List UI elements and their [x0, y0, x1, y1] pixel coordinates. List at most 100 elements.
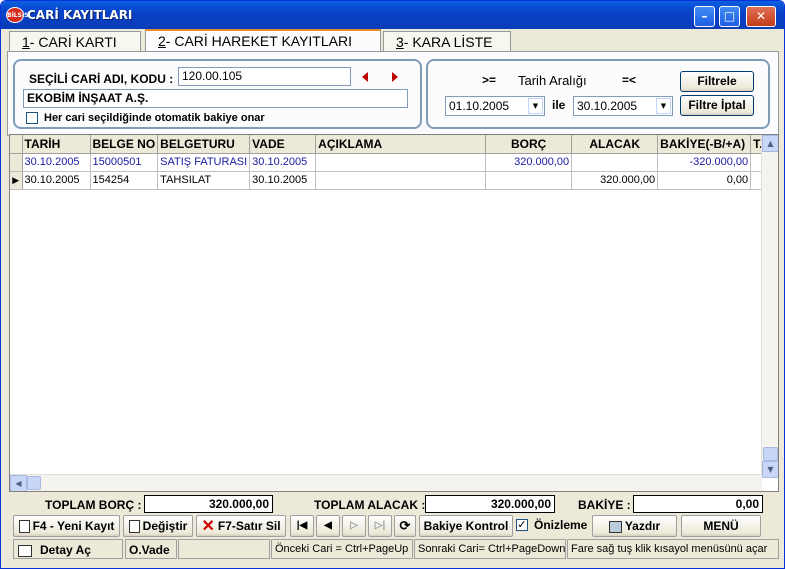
delete-row-button[interactable]: ✕ F7-Satır Sil — [196, 515, 286, 537]
minimize-button[interactable]: – — [694, 6, 715, 27]
cell-bakiye[interactable]: -320.000,00 — [657, 153, 752, 172]
filter-button[interactable]: Filtrele — [680, 71, 754, 92]
scroll-up-icon[interactable]: ▲ — [762, 135, 778, 152]
cell-belge-no[interactable]: 154254 — [90, 171, 159, 190]
app-logo-icon: BİLSİS — [6, 7, 29, 23]
scroll-left-icon[interactable]: ◀ — [10, 475, 27, 491]
cari-label: SEÇİLİ CARİ ADI, KODU : — [29, 72, 174, 86]
tab-key: 1 — [22, 34, 30, 50]
cell-borc[interactable] — [485, 171, 573, 190]
cell-tarih[interactable]: 30.10.2005 — [22, 171, 91, 190]
horizontal-scroll-thumb[interactable] — [27, 476, 41, 490]
tab-label: - KARA LİSTE — [403, 34, 493, 50]
auto-balance-checkbox[interactable] — [26, 112, 38, 124]
print-label: Yazdır — [624, 519, 661, 533]
lte-label: =< — [622, 73, 637, 87]
row-indicator-header — [10, 135, 23, 154]
cell-alacak[interactable]: 320.000,00 — [571, 171, 659, 190]
preview-checkbox[interactable]: ✓ — [516, 519, 528, 531]
bakiye-value: 0,00 — [633, 495, 763, 513]
new-record-button[interactable]: F4 - Yeni Kayıt — [13, 515, 120, 537]
vertical-scrollbar[interactable]: ▲ ▼ — [761, 135, 778, 478]
tab-cari-karti[interactable]: 1- CARİ KARTI — [9, 31, 141, 52]
document-edit-icon — [128, 520, 140, 534]
nav-next-icon[interactable]: ▷ — [342, 515, 366, 537]
title-bar[interactable]: BİLSİS CARİ KAYITLARI – □ ✕ — [1, 1, 784, 29]
filter-cancel-button[interactable]: Filtre İptal — [680, 95, 754, 116]
current-row-indicator-icon: ▶ — [10, 171, 23, 190]
next-cari-icon[interactable] — [392, 72, 398, 82]
close-button[interactable]: ✕ — [746, 6, 776, 27]
total-borc-value: 320.000,00 — [144, 495, 273, 513]
tab-cari-hareket[interactable]: 2- CARİ HAREKET KAYITLARI — [145, 29, 381, 52]
tab-bar: 1- CARİ KARTI 2- CARİ HAREKET KAYITLARI … — [7, 29, 782, 52]
prev-cari-hint: Önceki Cari = Ctrl+PageUp — [271, 539, 413, 559]
cell-vade[interactable]: 30.10.2005 — [249, 153, 317, 172]
edit-button[interactable]: Değiştir — [123, 515, 193, 537]
scroll-down-icon[interactable]: ▼ — [762, 461, 778, 478]
detail-tree-icon — [18, 544, 32, 557]
col-header-vade[interactable]: VADE — [249, 135, 317, 154]
detail-open-button[interactable]: Detay Aç — [13, 539, 123, 559]
nav-last-icon[interactable]: ▷| — [368, 515, 392, 537]
transactions-table: TARİH BELGE NO BELGETURU VADE AÇIKLAMA B… — [10, 135, 767, 190]
window-title: CARİ KAYITLARI — [27, 8, 133, 22]
col-header-alacak[interactable]: ALACAK — [571, 135, 659, 154]
tab-label: - CARİ HAREKET KAYITLARI — [165, 33, 352, 49]
date-from-select[interactable]: 01.10.2005 ▼ — [445, 96, 545, 116]
main-window: BİLSİS CARİ KAYITLARI – □ ✕ 1- CARİ KART… — [0, 0, 785, 569]
cell-borc[interactable]: 320.000,00 — [485, 153, 573, 172]
col-header-belge-no[interactable]: BELGE NO — [90, 135, 159, 154]
status-empty-panel — [178, 539, 270, 559]
cari-name-field[interactable]: EKOBİM İNŞAAT A.Ş. — [23, 89, 408, 108]
header-row: TARİH BELGE NO BELGETURU VADE AÇIKLAMA B… — [10, 135, 767, 154]
filter-panel: SEÇİLİ CARİ ADI, KODU : 120.00.105 EKOBİ… — [7, 51, 779, 136]
ile-label: ile — [552, 98, 566, 112]
cell-belge-turu[interactable]: TAHSILAT — [157, 171, 251, 190]
tab-kara-liste[interactable]: 3- KARA LİSTE — [383, 31, 511, 52]
printer-icon — [608, 520, 622, 533]
cell-belge-no[interactable]: 15000501 — [90, 153, 159, 172]
col-header-borc[interactable]: BORÇ — [485, 135, 573, 154]
total-borc-label: TOPLAM BORÇ : — [45, 498, 142, 512]
table-row[interactable]: 30.10.2005 15000501 SATIŞ FATURASI 30.10… — [10, 153, 767, 172]
col-header-bakiye[interactable]: BAKİYE(-B/+A) — [657, 135, 752, 154]
new-record-label: F4 - Yeni Kayıt — [32, 519, 115, 533]
table-row[interactable]: ▶ 30.10.2005 154254 TAHSILAT 30.10.2005 … — [10, 171, 767, 190]
vertical-scroll-thumb[interactable] — [763, 447, 778, 461]
total-alacak-value: 320.000,00 — [425, 495, 555, 513]
cell-tarih[interactable]: 30.10.2005 — [22, 153, 91, 172]
col-header-belge-turu[interactable]: BELGETURU — [157, 135, 251, 154]
transactions-grid[interactable]: TARİH BELGE NO BELGETURU VADE AÇIKLAMA B… — [9, 134, 779, 492]
horizontal-scrollbar[interactable]: ◀ — [10, 474, 762, 491]
chevron-down-icon[interactable]: ▼ — [528, 98, 543, 114]
tab-label: - CARİ KARTI — [29, 34, 117, 50]
maximize-button[interactable]: □ — [719, 6, 740, 27]
edit-label: Değiştir — [142, 519, 188, 533]
nav-prev-icon[interactable]: ◀ — [316, 515, 340, 537]
chevron-down-icon[interactable]: ▼ — [656, 98, 671, 114]
col-header-aciklama[interactable]: AÇIKLAMA — [315, 135, 487, 154]
cari-selection-group: SEÇİLİ CARİ ADI, KODU : 120.00.105 EKOBİ… — [13, 59, 422, 129]
cell-aciklama[interactable] — [315, 171, 487, 190]
cell-aciklama[interactable] — [315, 153, 487, 172]
cell-bakiye[interactable]: 0,00 — [657, 171, 752, 190]
date-to-select[interactable]: 30.10.2005 ▼ — [573, 96, 673, 116]
detail-open-label: Detay Aç — [40, 543, 91, 557]
document-icon — [18, 520, 30, 534]
bakiye-label: BAKİYE : — [578, 498, 631, 512]
prev-cari-icon[interactable] — [362, 72, 368, 82]
preview-label: Önizleme — [534, 518, 588, 532]
refresh-icon[interactable]: ⟳ — [394, 515, 416, 537]
menu-button[interactable]: MENÜ — [681, 515, 761, 537]
cell-alacak[interactable] — [571, 153, 659, 172]
mouse-hint: Fare sağ tuş klik kısayol menüsünü açar — [567, 539, 779, 559]
cell-belge-turu[interactable]: SATIŞ FATURASI — [157, 153, 251, 172]
col-header-tarih[interactable]: TARİH — [22, 135, 91, 154]
nav-first-icon[interactable]: |◀ — [290, 515, 314, 537]
balance-check-button[interactable]: Bakiye Kontrol — [419, 515, 513, 537]
o-vade-button[interactable]: O.Vade — [125, 539, 177, 559]
cell-vade[interactable]: 30.10.2005 — [249, 171, 317, 190]
print-button[interactable]: Yazdır — [592, 515, 677, 537]
cari-code-field[interactable]: 120.00.105 — [178, 67, 351, 86]
